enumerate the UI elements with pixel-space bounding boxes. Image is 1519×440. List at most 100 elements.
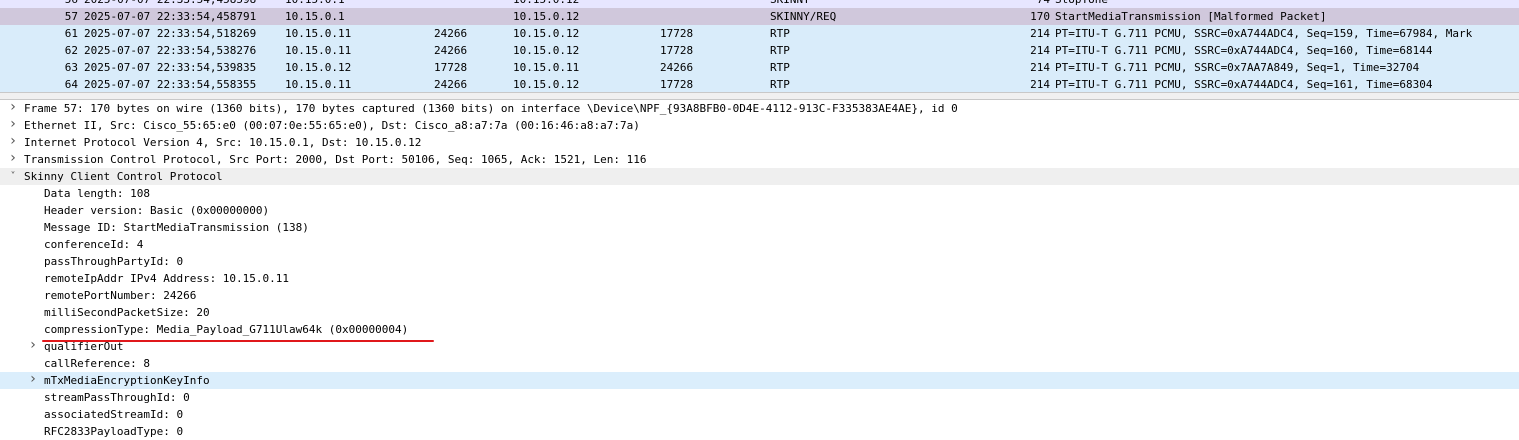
packet-src-cell: 10.15.0.11 xyxy=(285,44,352,57)
packet-row[interactable]: 63 2025-07-07 22:33:54,539835 10.15.0.12 17… xyxy=(0,59,1519,76)
detail-row[interactable]: compressionType: Media_Payload_G711Ulaw6… xyxy=(0,321,1519,338)
packet-row[interactable]: 57 2025-07-07 22:33:54,458791 10.15.0.1 10.… xyxy=(0,8,1519,25)
detail-text: Internet Protocol Version 4, Src: 10.15.… xyxy=(24,136,422,149)
detail-row[interactable]: ˅ Skinny Client Control Protocol xyxy=(0,168,1519,185)
packet-sport-cell: 24266 xyxy=(434,27,468,40)
packet-len-cell: 214 xyxy=(1030,78,1050,91)
packet-time-cell: 2025-07-07 22:33:54,458791 xyxy=(84,10,257,23)
detail-row[interactable]: › Internet Protocol Version 4, Src: 10.15… xyxy=(0,134,1519,151)
packet-info-cell: PT=ITU-T G.711 PCMU, SSRC=0xA744ADC4, Se… xyxy=(1055,44,1433,57)
detail-row[interactable]: › Frame 57: 170 bytes on wire (1360 bits)… xyxy=(0,100,1519,117)
chevron-right-icon[interactable]: › xyxy=(27,372,39,389)
packet-dport-cell: 17728 xyxy=(660,44,694,57)
chevron-right-icon[interactable]: › xyxy=(7,134,19,151)
detail-row[interactable]: streamPassThroughId: 0 xyxy=(0,389,1519,406)
chevron-right-icon[interactable]: › xyxy=(7,117,19,134)
packet-dst-cell: 10.15.0.12 xyxy=(513,0,653,8)
packet-dst-cell: 10.15.0.12 xyxy=(513,10,580,23)
detail-text: remotePortNumber: 24266 xyxy=(44,289,197,302)
packet-time-cell: 2025-07-07 22:33:54,458598 xyxy=(84,0,279,8)
detail-row[interactable]: associatedStreamId: 0 xyxy=(0,406,1519,423)
chevron-right-icon[interactable]: › xyxy=(27,338,39,355)
packet-info-cell: PT=ITU-T G.711 PCMU, SSRC=0x7AA7A849, Se… xyxy=(1055,61,1420,74)
packet-sport-cell: 17728 xyxy=(434,61,468,74)
packet-src-cell: 10.15.0.11 xyxy=(285,27,352,40)
packet-src-cell: 10.15.0.12 xyxy=(285,61,352,74)
detail-row[interactable]: milliSecondPacketSize: 20 xyxy=(0,304,1519,321)
detail-row[interactable]: callReference: 8 xyxy=(0,355,1519,372)
packet-dst-cell: 10.15.0.12 xyxy=(513,78,580,91)
packet-dst-cell: 10.15.0.12 xyxy=(513,27,580,40)
annotation-underline xyxy=(42,340,434,342)
packet-len-cell: 214 xyxy=(1030,27,1050,40)
packet-proto-cell: RTP xyxy=(770,61,790,74)
packet-len-cell: 74 xyxy=(1028,0,1050,8)
packet-dport-cell: 17728 xyxy=(660,27,694,40)
detail-text: milliSecondPacketSize: 20 xyxy=(44,306,210,319)
packet-no-cell: 64 xyxy=(64,78,78,91)
packet-list[interactable]: 56 2025-07-07 22:33:54,458598 10.15.0.1 10.… xyxy=(0,0,1519,92)
packet-sport-cell: 24266 xyxy=(434,44,468,57)
packet-info-cell: PT=ITU-T G.711 PCMU, SSRC=0xA744ADC4, Se… xyxy=(1055,78,1433,91)
packet-time-cell: 2025-07-07 22:33:54,539835 xyxy=(84,61,257,74)
packet-details-tree[interactable]: RFC2833PayloadType: 0 associatedStreamId:… xyxy=(0,100,1519,440)
packet-proto-cell: SKINNY/REQ xyxy=(770,10,837,23)
packet-len-cell: 214 xyxy=(1030,61,1050,74)
detail-row[interactable]: Header version: Basic (0x00000000) xyxy=(0,202,1519,219)
detail-text: Skinny Client Control Protocol xyxy=(24,170,223,183)
packet-proto-cell: RTP xyxy=(770,27,790,40)
detail-row[interactable]: › mTxMediaEncryptionKeyInfo xyxy=(0,372,1519,389)
packet-no-cell: 63 xyxy=(64,61,78,74)
packet-src-cell: 10.15.0.11 xyxy=(285,78,352,91)
detail-text: passThroughPartyId: 0 xyxy=(44,255,184,268)
packet-proto-cell: RTP xyxy=(770,44,790,57)
packet-src-cell: 10.15.0.1 xyxy=(285,10,345,23)
packet-no-cell: 57 xyxy=(64,10,78,23)
packet-no-cell: 62 xyxy=(64,44,78,57)
packet-row[interactable]: 64 2025-07-07 22:33:54,558355 10.15.0.11 24… xyxy=(0,76,1519,92)
packet-info-cell: StopTone xyxy=(1055,0,1515,8)
detail-text: Message ID: StartMediaTransmission (138) xyxy=(44,221,309,234)
chevron-right-icon[interactable]: › xyxy=(7,100,19,117)
packet-info-cell: PT=ITU-T G.711 PCMU, SSRC=0xA744ADC4, Se… xyxy=(1055,27,1473,40)
detail-text: associatedStreamId: 0 xyxy=(44,408,184,421)
detail-text: callReference: 8 xyxy=(44,357,150,370)
chevron-down-icon[interactable]: ˅ xyxy=(7,168,19,185)
detail-text: remoteIpAddr IPv4 Address: 10.15.0.11 xyxy=(44,272,290,285)
packet-dport-cell: 17728 xyxy=(660,78,694,91)
detail-row[interactable]: RFC2833PayloadType: 0 xyxy=(0,423,1519,440)
packet-row[interactable]: 56 2025-07-07 22:33:54,458598 10.15.0.1 10.… xyxy=(0,0,1519,8)
packet-len-cell: 170 xyxy=(1030,10,1050,23)
packet-row[interactable]: 62 2025-07-07 22:33:54,538276 10.15.0.11 24… xyxy=(0,42,1519,59)
packet-len-cell: 214 xyxy=(1030,44,1050,57)
detail-text: Header version: Basic (0x00000000) xyxy=(44,204,270,217)
detail-row[interactable]: remoteIpAddr IPv4 Address: 10.15.0.11 xyxy=(0,270,1519,287)
packet-proto-cell: SKINNY xyxy=(770,0,1020,8)
packet-dst-cell: 10.15.0.12 xyxy=(513,44,580,57)
detail-text: Ethernet II, Src: Cisco_55:65:e0 (00:07:… xyxy=(24,119,640,132)
packet-sport-cell: 24266 xyxy=(434,78,468,91)
detail-row[interactable]: passThroughPartyId: 0 xyxy=(0,253,1519,270)
packet-src-cell: 10.15.0.1 xyxy=(285,0,425,8)
pane-splitter[interactable] xyxy=(0,92,1519,100)
detail-text: compressionType: Media_Payload_G711Ulaw6… xyxy=(44,323,409,336)
detail-row[interactable]: › Ethernet II, Src: Cisco_55:65:e0 (00:07… xyxy=(0,117,1519,134)
packet-time-cell: 2025-07-07 22:33:54,538276 xyxy=(84,44,257,57)
detail-text: conferenceId: 4 xyxy=(44,238,144,251)
packet-time-cell: 2025-07-07 22:33:54,518269 xyxy=(84,27,257,40)
detail-text: Data length: 108 xyxy=(44,187,150,200)
packet-no-cell: 56 xyxy=(38,0,78,8)
detail-row[interactable]: conferenceId: 4 xyxy=(0,236,1519,253)
chevron-right-icon[interactable]: › xyxy=(7,151,19,168)
packet-row[interactable]: 61 2025-07-07 22:33:54,518269 10.15.0.11 24… xyxy=(0,25,1519,42)
packet-proto-cell: RTP xyxy=(770,78,790,91)
packet-dst-cell: 10.15.0.11 xyxy=(513,61,580,74)
detail-text: Transmission Control Protocol, Src Port:… xyxy=(24,153,647,166)
packet-dport-cell: 24266 xyxy=(660,61,694,74)
packet-no-cell: 61 xyxy=(64,27,78,40)
detail-row[interactable]: › Transmission Control Protocol, Src Port… xyxy=(0,151,1519,168)
detail-row[interactable]: Data length: 108 xyxy=(0,185,1519,202)
detail-row[interactable]: remotePortNumber: 24266 xyxy=(0,287,1519,304)
detail-row[interactable]: Message ID: StartMediaTransmission (138) xyxy=(0,219,1519,236)
detail-text: streamPassThroughId: 0 xyxy=(44,391,190,404)
